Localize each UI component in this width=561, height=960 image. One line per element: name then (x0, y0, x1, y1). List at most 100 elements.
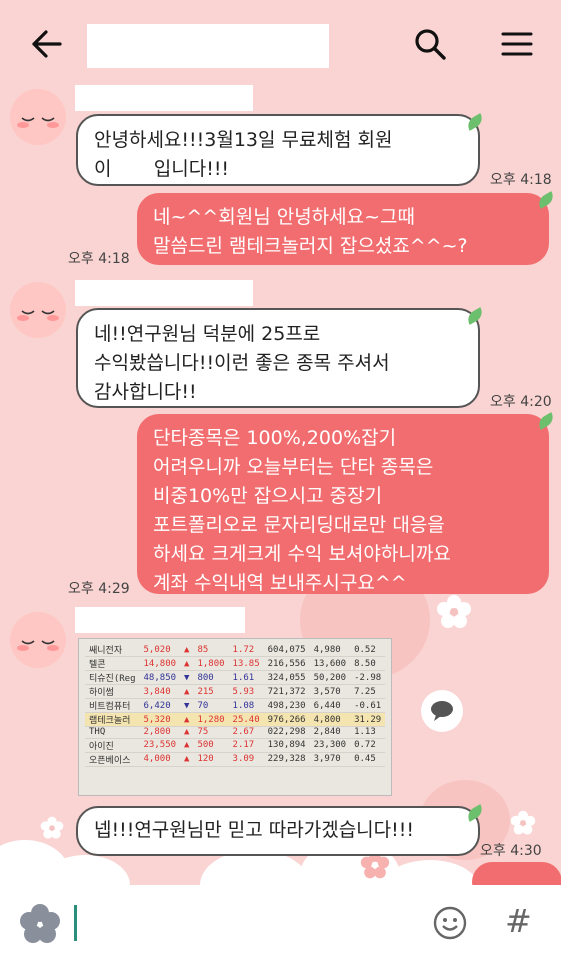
stock-table-cell: 25.40 (228, 712, 264, 727)
flower-decoration (40, 816, 64, 839)
search-icon[interactable] (412, 26, 448, 62)
stock-table-cell: 오픈베이스 (85, 752, 140, 767)
stock-table-cell: 5,320 (139, 712, 181, 727)
stock-table-cell: 2,800 (139, 726, 181, 739)
message-bubble-outgoing[interactable]: 네~^^회원님 안녕하세요~그때 말씀드린 램테크놀러지 잡으셨죠^^~? (137, 193, 549, 265)
stock-table-cell: 4,980 (309, 643, 351, 657)
text-input-caret[interactable] (74, 905, 77, 941)
stock-table-cell: 498,230 (263, 698, 310, 713)
stock-table-cell: 램테크놀러 (85, 712, 140, 727)
stock-table-cell: 721,372 (263, 684, 310, 699)
stock-table-cell: 1,280 (193, 712, 229, 727)
stock-table-row: 쌔니전자 5,020 ▲ 85 1.72 604,075 4,980 0.52 (85, 643, 386, 657)
stock-table-cell: 텔콘 (85, 656, 140, 671)
back-arrow-icon[interactable] (28, 28, 64, 60)
stock-table-cell: 1.08 (228, 698, 264, 713)
message-time: 오후 4:18 (68, 251, 130, 267)
stock-table-cell: 4,800 (309, 712, 351, 727)
stock-table-cell: -0.61 (350, 698, 386, 713)
stock-table-cell: 130,894 (263, 738, 310, 753)
stock-table-cell: 022,298 (263, 726, 310, 739)
avatar[interactable] (10, 89, 66, 145)
stock-table-cell: 120 (193, 752, 229, 767)
stock-table-row: 텔콘 14,800 ▲ 1,800 13.85 216,556 13,600 8.50 (85, 656, 386, 671)
stock-table-cell: 4,000 (139, 752, 181, 767)
stock-table-cell: 1.13 (350, 726, 386, 739)
stock-table-cell: 75 (193, 726, 229, 739)
stock-table-cell: 70 (193, 698, 229, 713)
stock-table-row: 램테크놀러 5,320 ▲ 1,280 25.40 976,266 4,800 31.29 (85, 712, 386, 727)
stock-table-cell: 23,550 (139, 738, 181, 753)
stock-table-cell: 13,600 (309, 656, 351, 671)
stock-table-cell: 0.45 (350, 752, 386, 767)
sender-name (75, 85, 253, 111)
stock-table-cell: 8.50 (350, 656, 386, 671)
message-bubble-incoming[interactable]: 넵!!!연구원님만 믿고 따라가겠습니다!!! (76, 806, 480, 856)
stock-table-cell: 티슈진(Reg (85, 670, 140, 685)
hash-button[interactable]: # (505, 902, 532, 940)
stock-table-cell: ▲ (180, 656, 194, 671)
stock-table-cell: 1,800 (193, 656, 229, 671)
message-bubble-incoming[interactable]: 네!!연구원님 덕분에 25프로 수익봤씁니다!!이런 좋은 종목 주셔서 감사… (76, 308, 480, 408)
stock-table-cell: 5.93 (228, 684, 264, 699)
stock-table-cell: 6,440 (309, 698, 351, 713)
stock-table-cell: 2.17 (228, 738, 264, 753)
stock-table-row: 오픈베이스 4,000 ▲ 120 3.09 229,328 3,970 0.45 (85, 752, 386, 767)
flower-emoticon-icon[interactable] (18, 902, 62, 946)
stock-table-cell: 50,200 (309, 670, 351, 685)
stock-table-cell: 2.67 (228, 726, 264, 739)
stock-table-cell: 3,570 (309, 684, 351, 699)
stock-table-cell: 아이진 (85, 738, 140, 753)
stock-table: 쌔니전자 5,020 ▲ 85 1.72 604,075 4,980 0.52 텔콘 14,800… (85, 643, 386, 767)
stock-table-cell: 500 (193, 738, 229, 753)
stock-table-cell: ▲ (180, 726, 194, 739)
message-time: 오후 4:30 (480, 843, 542, 859)
stock-table-cell: 0.52 (350, 643, 386, 657)
message-time: 오후 4:18 (490, 172, 552, 188)
stock-table-cell: 215 (193, 684, 229, 699)
stock-table-cell: 604,075 (263, 643, 310, 657)
stock-table-cell: 31.29 (350, 712, 386, 727)
message-input-bar (0, 885, 561, 960)
stock-table-cell: 976,266 (263, 712, 310, 727)
message-bubble-outgoing[interactable]: 단타종목은 100%,200%잡기 어려우니까 오늘부터는 단타 종목은 비중1… (137, 414, 549, 594)
avatar[interactable] (10, 282, 66, 338)
message-bubble-incoming[interactable]: 안녕하세요!!!3월13일 무료체험 회원 이 입니다!!! (76, 114, 480, 186)
stock-table-cell: 하이썸 (85, 684, 140, 699)
flower-decoration (437, 595, 471, 628)
message-time: 오후 4:29 (68, 581, 130, 597)
stock-table-cell: ▲ (180, 752, 194, 767)
stock-table-cell: 7.25 (350, 684, 386, 699)
sender-name (75, 607, 245, 633)
stock-table-cell: 216,556 (263, 656, 310, 671)
message-time: 오후 4:20 (490, 394, 552, 410)
stock-table-cell: 23,300 (309, 738, 351, 753)
stock-table-cell: 3,970 (309, 752, 351, 767)
stock-table-cell: 800 (193, 670, 229, 685)
hamburger-menu-icon[interactable] (500, 28, 534, 60)
stock-table-cell: 85 (193, 643, 229, 657)
stock-table-cell: 6,420 (139, 698, 181, 713)
stock-table-cell: ▲ (180, 643, 194, 657)
stock-table-cell: 0.72 (350, 738, 386, 753)
stock-table-cell: 14,800 (139, 656, 181, 671)
stock-table-cell: 48,850 (139, 670, 181, 685)
stock-table-cell: 229,328 (263, 752, 310, 767)
stock-table-cell: -2.98 (350, 670, 386, 685)
smiley-icon[interactable] (432, 905, 468, 941)
stock-table-cell: ▲ (180, 738, 194, 753)
stock-table-cell: ▲ (180, 712, 194, 727)
stock-table-cell: 5,020 (139, 643, 181, 657)
sender-name (75, 280, 253, 306)
chat-title (87, 24, 329, 68)
stock-photo-message[interactable]: 쌔니전자 5,020 ▲ 85 1.72 604,075 4,980 0.52 텔콘 14,800… (78, 638, 392, 796)
stock-table-cell: 비트컴퓨터 (85, 698, 140, 713)
stock-table-cell: THQ (85, 726, 140, 739)
share-icon[interactable] (421, 690, 463, 732)
stock-table-row: 하이썸 3,840 ▲ 215 5.93 721,372 3,570 7.25 (85, 684, 386, 699)
avatar[interactable] (10, 612, 66, 668)
stock-table-cell: 324,055 (263, 670, 310, 685)
stock-table-cell: 쌔니전자 (85, 643, 140, 657)
stock-table-cell: 3.09 (228, 752, 264, 767)
stock-table-cell: 3,840 (139, 684, 181, 699)
